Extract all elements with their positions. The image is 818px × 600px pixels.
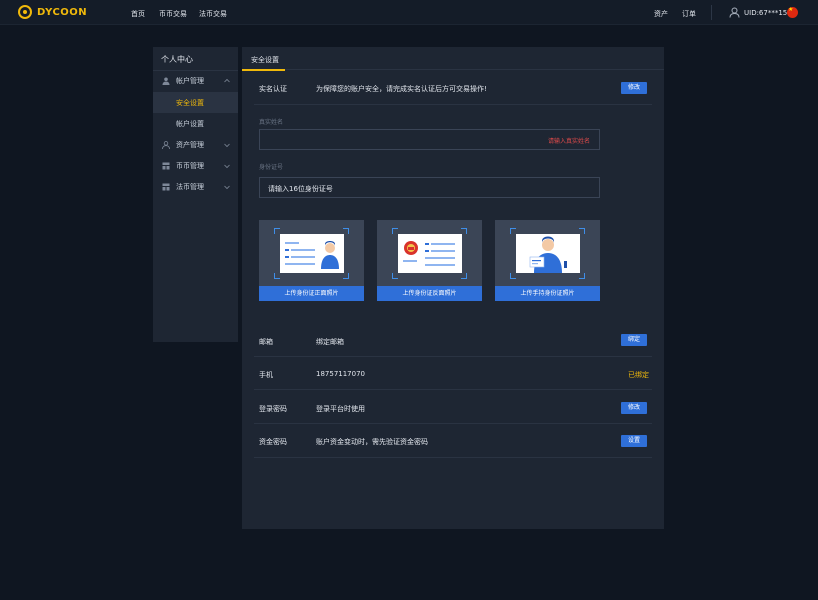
id-number-value: 请输入16位身份证号 — [268, 185, 333, 193]
nav-assets[interactable]: 资产 — [654, 9, 668, 19]
china-flag-icon[interactable] — [787, 7, 798, 18]
sidebar: 个人中心 帐户管理 安全设置 帐户设置 资产管理 币币管理 法币管理 — [153, 47, 238, 342]
user-icon[interactable] — [729, 7, 740, 18]
upload-id-front[interactable]: 上传身份证正面照片 — [259, 220, 364, 301]
realname-field-label: 真实姓名 — [259, 119, 284, 126]
fund-password-label: 资金密码 — [259, 438, 287, 446]
sidebar-group-label: 资产管理 — [176, 141, 204, 149]
coin-grid-icon — [162, 162, 170, 170]
sidebar-group-label: 币币管理 — [176, 162, 204, 170]
realname-input[interactable]: 请输入真实姓名 — [259, 129, 600, 150]
frame-corner — [461, 273, 467, 279]
frame-corner — [392, 273, 398, 279]
frame-corner — [343, 273, 349, 279]
top-nav-bar: DYCOON 首页 币币交易 法币交易 资产 订单 UID:67***15 — [0, 0, 818, 25]
fund-password-desc: 账户资金变动时，需先验证资金密码 — [316, 438, 428, 446]
id-number-field-label: 身份证号 — [259, 164, 284, 171]
logo-icon — [18, 5, 32, 19]
login-password-label: 登录密码 — [259, 405, 287, 413]
tab-label: 安全设置 — [251, 56, 279, 64]
upload-id-handheld-label: 上传手持身份证照片 — [495, 286, 600, 301]
person-silhouette-icon — [321, 241, 339, 269]
sidebar-item-account-settings[interactable]: 帐户设置 — [153, 113, 238, 134]
tab-bar: 安全设置 — [242, 47, 664, 71]
sidebar-item-label: 安全设置 — [176, 99, 204, 107]
topbar-divider — [711, 5, 712, 20]
id-number-input[interactable]: 请输入16位身份证号 — [259, 177, 600, 198]
id-back-illustration — [398, 234, 462, 273]
realname-label: 实名认证 — [259, 85, 287, 93]
sidebar-group-coin[interactable]: 币币管理 — [153, 156, 238, 176]
email-label: 邮箱 — [259, 338, 273, 346]
chevron-down-icon — [224, 185, 230, 190]
sidebar-group-assets[interactable]: 资产管理 — [153, 135, 238, 155]
row-divider — [254, 457, 652, 458]
person-holding-id-icon — [529, 236, 567, 273]
chevron-up-icon — [224, 78, 230, 83]
realname-edit-button[interactable]: 修改 — [621, 82, 647, 94]
frame-corner — [510, 273, 516, 279]
login-password-edit-button[interactable]: 修改 — [621, 402, 647, 414]
upload-id-handheld[interactable]: 上传手持身份证照片 — [495, 220, 600, 301]
nav-spot-trading[interactable]: 币币交易 — [159, 9, 187, 19]
user-uid[interactable]: UID:67***15 — [744, 9, 787, 17]
brand-logo[interactable]: DYCOON — [18, 5, 87, 19]
email-desc: 绑定邮箱 — [316, 338, 344, 346]
brand-name: DYCOON — [37, 6, 88, 18]
frame-corner — [274, 273, 280, 279]
sidebar-group-fiat[interactable]: 法币管理 — [153, 177, 238, 197]
nav-home[interactable]: 首页 — [131, 9, 145, 19]
sidebar-group-label: 帐户管理 — [176, 77, 204, 85]
row-divider — [254, 356, 652, 357]
chevron-down-icon — [224, 164, 230, 169]
upload-id-front-label: 上传身份证正面照片 — [259, 286, 364, 301]
upload-id-back[interactable]: 上传身份证反面照片 — [377, 220, 482, 301]
row-divider — [254, 423, 652, 424]
person-icon — [162, 77, 170, 85]
id-handheld-illustration — [516, 234, 580, 273]
phone-number: 18757117070 — [316, 370, 365, 378]
chevron-down-icon — [224, 143, 230, 148]
sidebar-group-account[interactable]: 帐户管理 — [153, 71, 238, 91]
wallet-user-icon — [162, 141, 170, 149]
upload-id-back-label: 上传身份证反面照片 — [377, 286, 482, 301]
fiat-grid-icon — [162, 183, 170, 191]
section-divider — [254, 104, 652, 105]
sidebar-title: 个人中心 — [161, 55, 193, 64]
nav-orders[interactable]: 订单 — [682, 9, 696, 19]
phone-label: 手机 — [259, 371, 273, 379]
tab-security-settings[interactable]: 安全设置 — [242, 47, 285, 71]
sidebar-item-security[interactable]: 安全设置 — [153, 92, 238, 113]
email-bind-button[interactable]: 绑定 — [621, 334, 647, 346]
nav-otc-trading[interactable]: 法币交易 — [199, 9, 227, 19]
security-settings-panel: 安全设置 实名认证 为保障您的账户安全，请完成实名认证后方可交易操作! 修改 真… — [242, 47, 664, 529]
frame-corner — [579, 273, 585, 279]
sidebar-group-label: 法币管理 — [176, 183, 204, 191]
id-front-illustration — [280, 234, 344, 273]
fund-password-set-button[interactable]: 设置 — [621, 435, 647, 447]
realname-desc: 为保障您的账户安全，请完成实名认证后方可交易操作! — [316, 85, 487, 93]
login-password-desc: 登录平台时使用 — [316, 405, 365, 413]
row-divider — [254, 389, 652, 390]
phone-bound-status: 已绑定 — [628, 371, 649, 379]
sidebar-item-label: 帐户设置 — [176, 120, 204, 128]
national-emblem-icon — [404, 241, 418, 255]
realname-placeholder: 请输入真实姓名 — [547, 138, 590, 145]
